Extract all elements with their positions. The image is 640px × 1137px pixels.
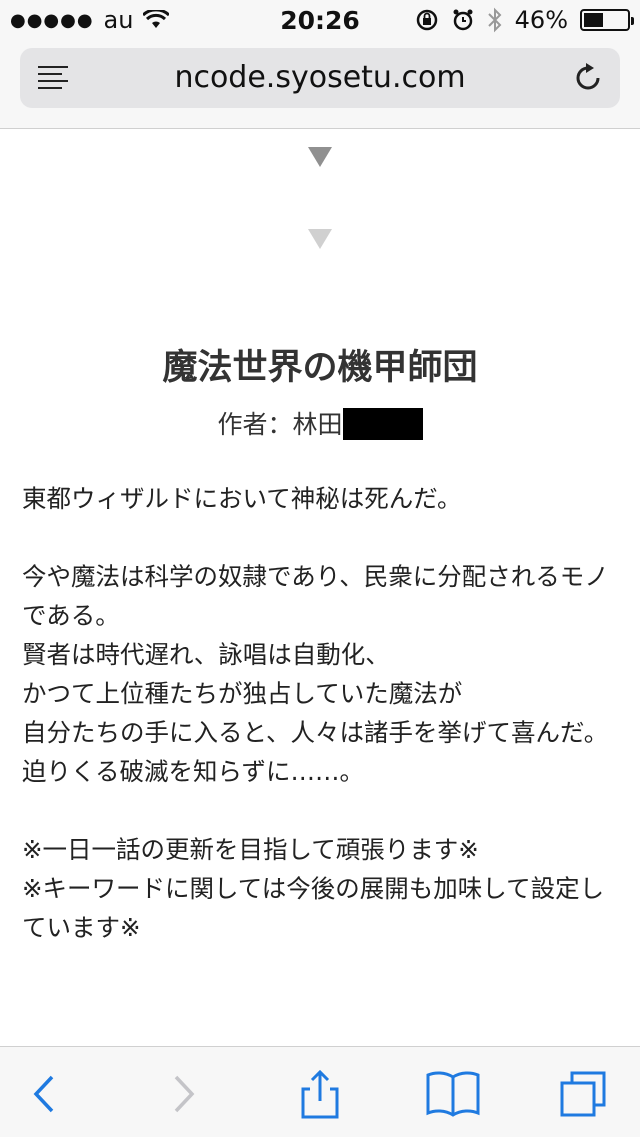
bluetooth-icon: [487, 7, 502, 33]
address-bar[interactable]: ncode.syosetu.com: [20, 48, 620, 108]
synopsis-line: ※キーワードに関しては今後の展開も加味して設定しています※: [22, 874, 605, 942]
forward-chevron-icon[interactable]: [158, 1069, 208, 1119]
synopsis-line: かつて上位種たちが独占していた魔法が: [22, 679, 463, 708]
back-chevron-icon[interactable]: [20, 1069, 70, 1119]
book-icon[interactable]: [425, 1069, 481, 1119]
status-bar: ●●●●● au 20:26 46%: [0, 0, 640, 40]
url-text[interactable]: ncode.syosetu.com: [20, 60, 620, 95]
battery-icon: [580, 9, 634, 31]
share-icon[interactable]: [295, 1069, 345, 1119]
synopsis-line: 自分たちの手に入ると、人々は諸手を挙げて喜んだ。: [22, 718, 609, 747]
synopsis-line: 賢者は時代遅れ、詠唱は自動化、: [22, 640, 390, 669]
battery-fill: [584, 13, 604, 27]
synopsis-line: 東都ウィザルドにおいて神秘は死んだ。: [22, 484, 462, 513]
author-label: 作者：林田: [217, 410, 343, 439]
status-right: 46%: [415, 6, 634, 34]
reload-icon[interactable]: [572, 62, 604, 94]
battery-percent: 46%: [514, 6, 568, 34]
page-content: 魔法世界の機甲師団 作者：林田 東都ウィザルドにおいて神秘は死んだ。今や魔法は科…: [0, 129, 640, 1046]
down-arrow-icon: [308, 147, 332, 167]
down-arrow-icon: [308, 229, 332, 249]
novel-title: 魔法世界の機甲師団: [162, 348, 478, 388]
browser-toolbar: [0, 1046, 640, 1137]
synopsis-line: ※一日一話の更新を目指して頑張ります※: [22, 835, 479, 864]
redaction-box: [342, 408, 423, 440]
synopsis-line: 今や魔法は科学の奴隷であり、民衆に分配されるモノである。: [22, 562, 609, 630]
synopsis: 東都ウィザルドにおいて神秘は死んだ。今や魔法は科学の奴隷であり、民衆に分配される…: [22, 479, 622, 947]
author-line: 作者：林田: [0, 405, 640, 441]
rotation-lock-icon: [416, 9, 437, 31]
tabs-icon[interactable]: [558, 1069, 608, 1119]
browser-address-area: ncode.syosetu.com: [0, 40, 640, 129]
alarm-icon: [453, 9, 473, 31]
synopsis-line: 迫りくる破滅を知らずに……。: [22, 757, 365, 786]
